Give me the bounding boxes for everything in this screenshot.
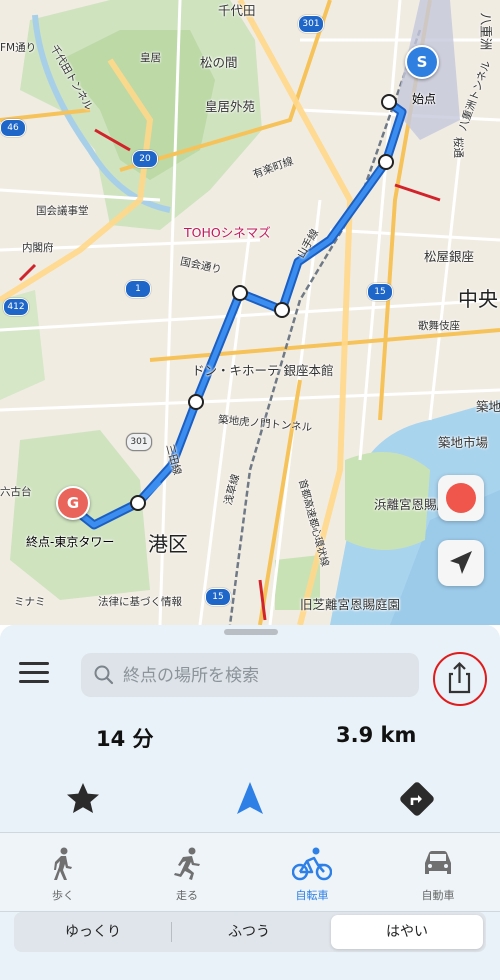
star-icon [67, 783, 99, 813]
favorite-button[interactable] [61, 777, 105, 821]
map-label: 六古台 [0, 486, 32, 498]
map-label: 築地市場 [438, 435, 489, 450]
route-shield: 412 [3, 298, 29, 316]
route-shield: 15 [367, 283, 393, 301]
map-label: FM通り [0, 42, 37, 54]
map-label-poi[interactable]: 松屋銀座 [424, 246, 474, 265]
directions-button[interactable] [395, 777, 439, 821]
mode-walk[interactable]: 歩く [13, 841, 113, 903]
drag-handle[interactable] [224, 629, 278, 635]
map-label: 国会議事堂 [36, 205, 89, 217]
map-label-poi[interactable]: TOHOシネマズ [184, 222, 271, 241]
search-input[interactable] [121, 653, 415, 699]
mode-label: 走る [176, 889, 198, 902]
share-icon[interactable] [435, 654, 484, 703]
speed-fast[interactable]: はやい [331, 915, 483, 949]
map-label: 八重洲 [478, 12, 494, 51]
speed-selector: ゆっくり ふつう はやい [14, 912, 486, 952]
map-label: 桜通 [452, 137, 464, 158]
map-label: 松の間 [200, 55, 238, 70]
goal-label: 終点-東京タワー [26, 535, 115, 549]
map-label: 港区 [148, 532, 188, 556]
map-label-poi[interactable]: 築地 [476, 396, 500, 415]
route-shield: 301 [298, 15, 324, 33]
location-arrow-icon [450, 551, 472, 574]
map-label: 中央 [458, 287, 498, 311]
route-shield: 20 [132, 150, 158, 168]
mode-bicycle[interactable]: 自転車 [262, 841, 362, 903]
route-shield: 301 [126, 433, 152, 451]
directions-icon [400, 782, 434, 816]
map-label: 千代田 [218, 3, 256, 18]
navigation-arrow-icon [237, 782, 263, 814]
mode-label: 歩く [52, 889, 74, 902]
car-icon [425, 851, 451, 874]
mode-run[interactable]: 走る [137, 841, 237, 903]
mode-car[interactable]: 自動車 [388, 841, 488, 903]
map-label-poi[interactable]: 旧芝離宮恩賜庭園 [300, 594, 400, 613]
share-button-highlight [433, 652, 487, 706]
locate-button[interactable] [438, 540, 484, 586]
search-field[interactable] [81, 653, 419, 699]
map-label: 皇居 [140, 52, 161, 64]
mode-label: 自動車 [421, 889, 455, 902]
duration-value: 14 分 [96, 727, 154, 751]
search-icon [94, 665, 114, 685]
start-pin[interactable]: S [405, 45, 439, 79]
start-label: 始点 [412, 92, 437, 106]
map-view[interactable]: 千代田 皇居 松の間 皇居外苑 有楽町線 国会議事堂 内閣府 国会通り TOHO… [0, 0, 500, 625]
distance-value: 3.9 km [336, 723, 417, 747]
goal-pin[interactable]: G [56, 486, 90, 520]
map-label: 皇居外苑 [205, 99, 256, 114]
speed-slow[interactable]: ゆっくり [17, 915, 169, 949]
walk-icon [54, 847, 72, 880]
bottom-panel: 14 分 3.9 km 歩く 走る [0, 625, 500, 980]
segment-divider [171, 922, 172, 942]
legal-info-link[interactable]: 法律に基づく情報 [98, 594, 182, 609]
transport-mode-bar: 歩く 走る 自転車 自動車 [0, 832, 500, 912]
map-label: 内閣府 [22, 242, 54, 254]
navigate-button[interactable] [228, 777, 272, 821]
map-label-poi[interactable]: ドン・キホーテ 銀座本館 [192, 360, 333, 379]
bicycle-icon [292, 847, 332, 881]
route-shield: 1 [125, 280, 151, 298]
map-label-poi[interactable]: 歌舞伎座 [418, 318, 460, 333]
menu-button[interactable] [16, 660, 52, 686]
map-label: ミナミ [14, 596, 46, 608]
run-icon [174, 847, 200, 880]
speed-normal[interactable]: ふつう [173, 915, 325, 949]
mode-label: 自転車 [295, 889, 329, 902]
record-icon [446, 483, 476, 513]
route-shield: 46 [0, 119, 26, 137]
record-button[interactable] [438, 475, 484, 521]
route-shield: 15 [205, 588, 231, 606]
